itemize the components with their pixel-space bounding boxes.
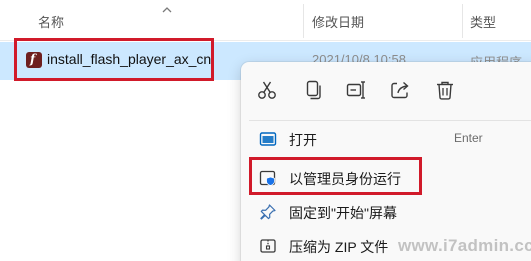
menu-item-label: 固定到"开始"屏幕 xyxy=(289,205,397,221)
context-menu-quick-actions xyxy=(241,62,531,118)
menu-divider xyxy=(249,120,531,121)
column-date-modified[interactable]: 修改日期 xyxy=(312,0,364,40)
column-name[interactable]: 名称 xyxy=(38,0,64,40)
delete-button[interactable] xyxy=(431,76,459,104)
menu-item-label: 压缩为 ZIP 文件 xyxy=(289,239,389,255)
column-type[interactable]: 类型 xyxy=(470,0,496,40)
column-divider[interactable] xyxy=(303,4,304,38)
scissors-icon xyxy=(258,81,276,99)
share-button[interactable] xyxy=(386,76,414,104)
watermark: www.i7admin.cc xyxy=(398,236,531,255)
file-explorer-window: 名称 修改日期 类型 f install_flash_player_ax_cn … xyxy=(0,0,531,261)
trash-icon xyxy=(437,81,453,100)
share-icon xyxy=(391,81,409,99)
column-divider[interactable] xyxy=(462,4,463,38)
menu-item-label: 打开 xyxy=(289,132,317,148)
zip-icon xyxy=(259,237,277,255)
copy-icon xyxy=(306,80,321,100)
pin-icon xyxy=(259,203,277,221)
file-name-highlight-box xyxy=(14,38,214,81)
column-header-bar: 名称 修改日期 类型 xyxy=(0,0,531,41)
sort-ascending-icon[interactable] xyxy=(161,5,173,15)
rename-icon xyxy=(346,81,365,99)
copy-button[interactable] xyxy=(299,76,327,104)
window-icon xyxy=(259,130,277,148)
menu-item-pin-to-start[interactable]: 固定到"开始"屏幕 xyxy=(245,195,531,229)
run-as-admin-highlight-box xyxy=(249,157,422,195)
rename-button[interactable] xyxy=(342,76,370,104)
menu-item-open[interactable]: 打开 Enter xyxy=(245,122,531,156)
cut-button[interactable] xyxy=(253,76,281,104)
menu-item-shortcut: Enter xyxy=(454,131,483,145)
